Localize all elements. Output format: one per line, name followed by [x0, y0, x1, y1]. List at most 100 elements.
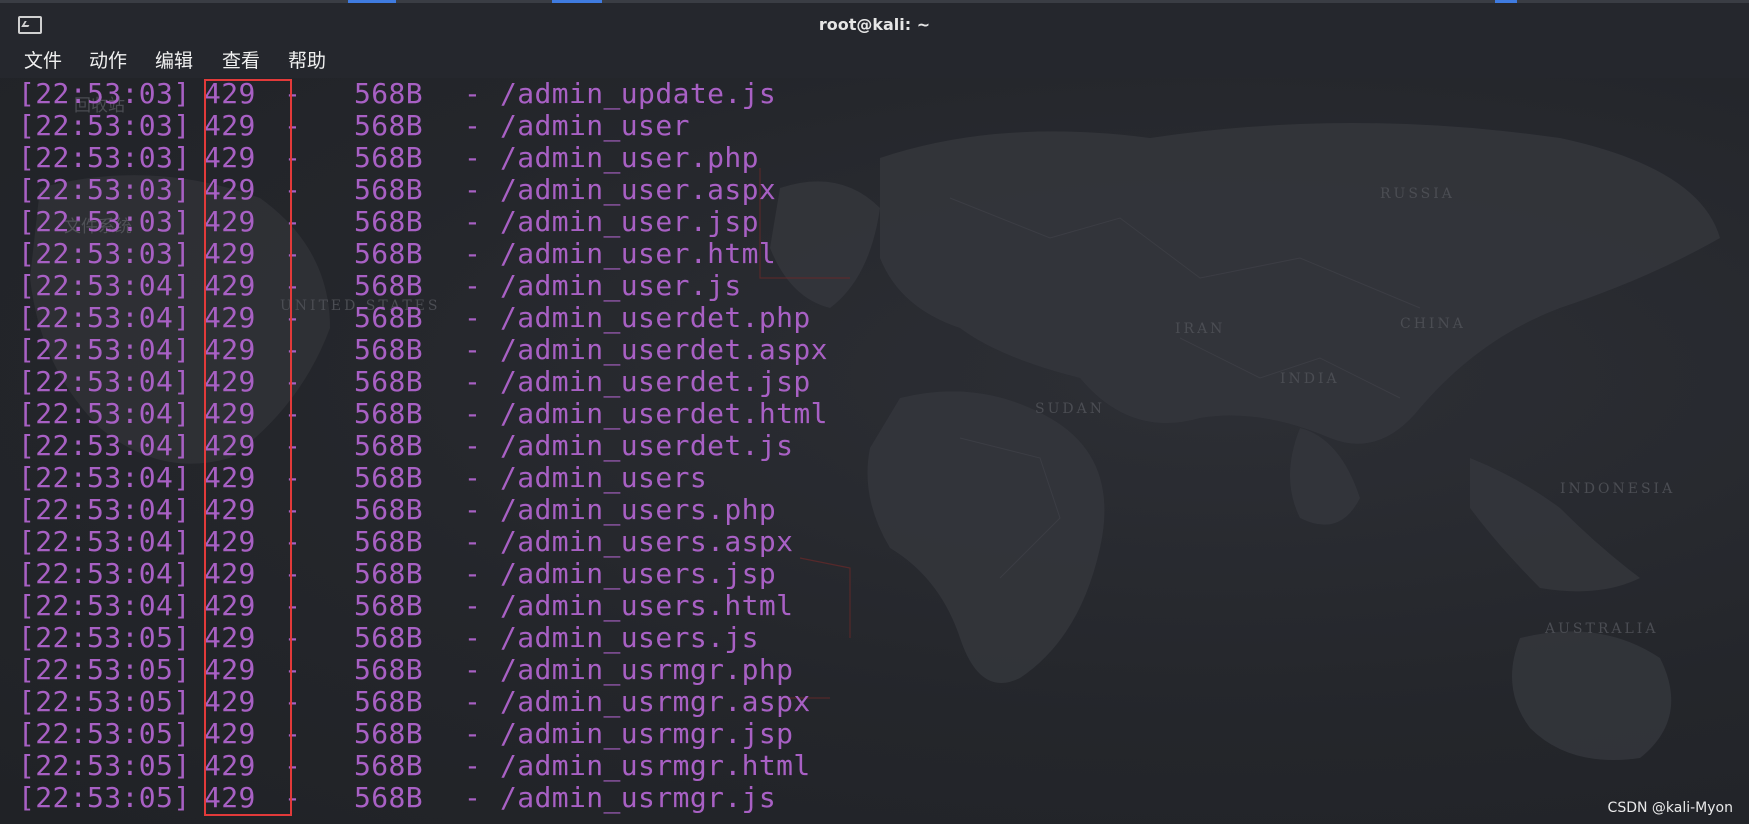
- log-separator: -: [464, 621, 482, 654]
- log-separator: -: [464, 109, 482, 142]
- log-separator: -: [284, 685, 302, 718]
- log-separator: -: [284, 429, 302, 462]
- map-label: INDONESIA: [1560, 481, 1675, 497]
- log-lines: [22:53:03] 429-568B -/admin_update.js [22:5…: [18, 78, 828, 814]
- log-path: /admin_usrmgr.aspx: [500, 685, 811, 718]
- log-separator: -: [284, 109, 302, 142]
- log-line: [22:53:03] 429-568B -/admin_user.jsp: [18, 206, 828, 238]
- map-label: CHINA: [1400, 316, 1466, 332]
- log-size: 568B: [354, 205, 424, 238]
- log-timestamp: [22:53:05]: [18, 717, 191, 750]
- log-path: /admin_usrmgr.js: [500, 781, 777, 814]
- log-size: 568B: [354, 269, 424, 302]
- log-line: [22:53:05] 429-568B -/admin_usrmgr.html: [18, 750, 828, 782]
- log-timestamp: [22:53:03]: [18, 205, 191, 238]
- log-path: /admin_userdet.html: [500, 397, 828, 430]
- log-timestamp: [22:53:04]: [18, 269, 191, 302]
- log-line: [22:53:04] 429-568B -/admin_userdet.aspx: [18, 334, 828, 366]
- log-separator: -: [284, 621, 302, 654]
- log-line: [22:53:04] 429-568B -/admin_user.js: [18, 270, 828, 302]
- log-line: [22:53:05] 429-568B -/admin_usrmgr.php: [18, 654, 828, 686]
- log-size: 568B: [354, 78, 424, 110]
- menu-help[interactable]: 帮助: [288, 46, 326, 73]
- log-path: /admin_userdet.js: [500, 429, 794, 462]
- menu-edit[interactable]: 编辑: [155, 46, 193, 73]
- menu-action[interactable]: 动作: [89, 46, 127, 73]
- log-timestamp: [22:53:04]: [18, 397, 191, 430]
- log-timestamp: [22:53:04]: [18, 461, 191, 494]
- map-label: RUSSIA: [1380, 186, 1455, 202]
- log-separator: -: [464, 461, 482, 494]
- log-separator: -: [284, 397, 302, 430]
- log-separator: -: [464, 78, 482, 110]
- menu-file[interactable]: 文件: [24, 46, 62, 73]
- menu-view[interactable]: 查看: [222, 46, 260, 73]
- log-separator: -: [284, 781, 302, 814]
- log-size: 568B: [354, 141, 424, 174]
- log-separator: -: [284, 141, 302, 174]
- log-size: 568B: [354, 653, 424, 686]
- log-path: /admin_user.html: [500, 237, 777, 270]
- log-line: [22:53:04] 429-568B -/admin_users.aspx: [18, 526, 828, 558]
- log-timestamp: [22:53:04]: [18, 365, 191, 398]
- log-separator: -: [284, 525, 302, 558]
- log-path: /admin_user.jsp: [500, 205, 759, 238]
- log-line: [22:53:03] 429-568B -/admin_update.js: [18, 78, 828, 110]
- log-line: [22:53:04] 429-568B -/admin_userdet.php: [18, 302, 828, 334]
- log-timestamp: [22:53:03]: [18, 173, 191, 206]
- log-separator: -: [464, 237, 482, 270]
- log-separator: -: [464, 333, 482, 366]
- log-line: [22:53:04] 429-568B -/admin_userdet.js: [18, 430, 828, 462]
- status-code-highlight-box: [204, 79, 292, 816]
- log-separator: -: [464, 557, 482, 590]
- log-separator: -: [284, 653, 302, 686]
- log-separator: -: [464, 589, 482, 622]
- log-separator: -: [284, 749, 302, 782]
- log-timestamp: [22:53:03]: [18, 141, 191, 174]
- log-path: /admin_usrmgr.php: [500, 653, 794, 686]
- log-path: /admin_userdet.php: [500, 301, 811, 334]
- log-line: [22:53:04] 429-568B -/admin_users.php: [18, 494, 828, 526]
- log-path: /admin_users.jsp: [500, 557, 777, 590]
- log-separator: -: [284, 237, 302, 270]
- log-timestamp: [22:53:04]: [18, 557, 191, 590]
- map-label: SUDAN: [1035, 401, 1105, 417]
- log-size: 568B: [354, 589, 424, 622]
- log-timestamp: [22:53:05]: [18, 749, 191, 782]
- log-timestamp: [22:53:04]: [18, 301, 191, 334]
- terminal-output[interactable]: RUSSIA CHINA INDIA IRAN SUDAN INDONESIA …: [0, 78, 1749, 824]
- log-line: [22:53:04] 429-568B -/admin_users: [18, 462, 828, 494]
- log-size: 568B: [354, 173, 424, 206]
- log-path: /admin_user.js: [500, 269, 742, 302]
- log-path: /admin_user.aspx: [500, 173, 777, 206]
- log-separator: -: [284, 78, 302, 110]
- log-timestamp: [22:53:04]: [18, 429, 191, 462]
- log-separator: -: [464, 365, 482, 398]
- log-line: [22:53:03] 429-568B -/admin_user.aspx: [18, 174, 828, 206]
- log-size: 568B: [354, 621, 424, 654]
- log-size: 568B: [354, 525, 424, 558]
- window-titlebar[interactable]: root@kali: ~: [0, 0, 1749, 44]
- log-size: 568B: [354, 365, 424, 398]
- map-label: AUSTRALIA: [1544, 621, 1658, 637]
- log-separator: -: [284, 557, 302, 590]
- log-path: /admin_users.aspx: [500, 525, 794, 558]
- log-timestamp: [22:53:03]: [18, 78, 191, 110]
- log-separator: -: [284, 717, 302, 750]
- log-size: 568B: [354, 717, 424, 750]
- log-size: 568B: [354, 493, 424, 526]
- watermark: CSDN @kali-Myon: [1607, 800, 1733, 816]
- log-separator: -: [284, 365, 302, 398]
- log-line: [22:53:05] 429-568B -/admin_usrmgr.js: [18, 782, 828, 814]
- menu-bar: 文件 动作 编辑 查看 帮助: [0, 44, 1749, 78]
- log-separator: -: [464, 781, 482, 814]
- log-line: [22:53:04] 429-568B -/admin_userdet.html: [18, 398, 828, 430]
- log-line: [22:53:05] 429-568B -/admin_usrmgr.aspx: [18, 686, 828, 718]
- log-timestamp: [22:53:05]: [18, 653, 191, 686]
- log-separator: -: [284, 333, 302, 366]
- log-separator: -: [464, 397, 482, 430]
- log-timestamp: [22:53:05]: [18, 621, 191, 654]
- map-label: INDIA: [1280, 371, 1340, 387]
- log-separator: -: [284, 205, 302, 238]
- log-separator: -: [464, 429, 482, 462]
